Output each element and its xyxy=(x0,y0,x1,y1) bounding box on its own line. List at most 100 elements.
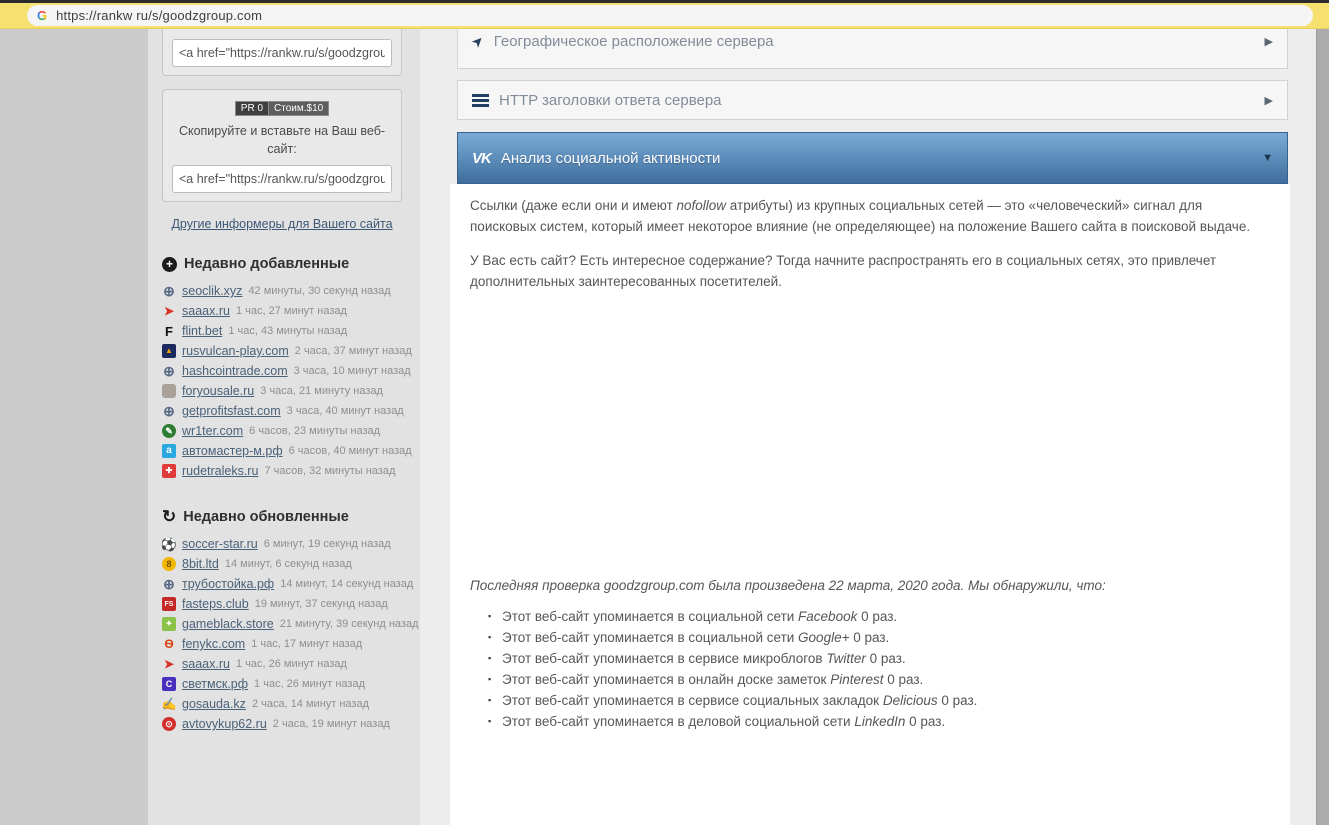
section-http-headers[interactable]: HTTP заголовки ответа сервера ▶ xyxy=(457,80,1288,120)
social-intro-paragraph: Ссылки (даже если они и имеют nofollow а… xyxy=(470,196,1270,238)
google-logo-icon: G xyxy=(37,8,48,23)
recently-updated-title: Недавно обновленные xyxy=(183,508,349,525)
site-link[interactable]: gosauda.kz xyxy=(182,697,246,711)
site-time: 7 часов, 32 минуты назад xyxy=(264,465,396,478)
favicon-icon: ➤ xyxy=(163,657,175,672)
list-item: ⊕ hashcointrade.com 3 часа, 10 минут наз… xyxy=(162,361,420,381)
favicon-icon: a xyxy=(162,444,176,459)
list-item: ▲ rusvulcan-play.com 2 часа, 37 минут на… xyxy=(162,341,420,361)
location-arrow-icon: ➤ xyxy=(467,31,488,51)
favicon-icon: ✚ xyxy=(162,464,176,479)
site-link[interactable]: getprofitsfast.com xyxy=(182,404,281,418)
site-link[interactable]: wr1ter.com xyxy=(182,424,243,438)
section-title: Географическое расположение сервера xyxy=(493,33,774,50)
address-bar-input[interactable]: G https://rankw ru/s/goodzgroup.com xyxy=(27,5,1313,26)
site-link[interactable]: fenykc.com xyxy=(182,637,245,651)
list-item: ⊕ getprofitsfast.com 3 часа, 40 минут на… xyxy=(162,401,420,421)
main-content: ➤ Географическое расположение сервера ▶ … xyxy=(420,14,1316,825)
recently-added-header: + Недавно добавленные xyxy=(162,256,420,272)
site-time: 2 часа, 19 минут назад xyxy=(272,718,390,731)
list-item: ✚ rudetraleks.ru 7 часов, 32 минуты наза… xyxy=(162,461,420,481)
mentions-list: Этот веб-сайт упоминается в социальной с… xyxy=(488,606,1270,732)
site-link[interactable]: светмск.рф xyxy=(182,677,248,691)
sidebar: PR 0 Стоим.$10 Скопируйте и вставьте на … xyxy=(148,29,420,825)
site-time: 2 часа, 14 минут назад xyxy=(251,698,370,711)
list-item: a автомастер-м.рф 6 часов, 40 минут наза… xyxy=(162,441,420,461)
site-link[interactable]: rudetraleks.ru xyxy=(182,464,258,478)
list-item: Ѳ fenykc.com 1 час, 17 минут назад xyxy=(162,634,420,654)
list-item: ✍ gosauda.kz 2 часа, 14 минут назад xyxy=(162,694,420,714)
favicon-icon: 8 xyxy=(162,557,176,572)
favicon-icon: ⊕ xyxy=(163,283,175,300)
site-time: 14 минут, 6 секунд назад xyxy=(224,558,352,571)
site-link[interactable]: avtovykup62.ru xyxy=(182,717,267,731)
mention-network: Pinterest xyxy=(830,671,884,687)
list-item: 8 8bit.ltd 14 минут, 6 секунд назад xyxy=(162,554,420,574)
favicon-icon: ✦ xyxy=(162,617,176,632)
site-link[interactable]: fasteps.club xyxy=(182,597,249,611)
favicon-icon: ▲ xyxy=(162,344,176,359)
site-time: 19 минут, 37 секунд назад xyxy=(254,598,388,611)
favicon-icon: ⊕ xyxy=(163,403,175,420)
mention-network: Delicious xyxy=(882,692,938,708)
recently-updated-header: ↻ Недавно обновленные xyxy=(162,508,420,525)
site-time: 6 минут, 19 секунд назад xyxy=(263,538,391,551)
mention-prefix: Этот веб-сайт упоминается в сервисе микр… xyxy=(502,650,827,666)
favicon-icon: С xyxy=(162,677,176,692)
list-item: ✦ gameblack.store 21 минуту, 39 секунд н… xyxy=(162,614,420,634)
list-item: ➤ saaax.ru 1 час, 27 минут назад xyxy=(162,301,420,321)
informer-code-input-2[interactable] xyxy=(172,165,392,194)
favicon-icon: ⊙ xyxy=(162,717,176,732)
favicon-icon: ⊕ xyxy=(163,363,175,380)
server-icon xyxy=(472,93,489,107)
site-time: 6 часов, 23 минуты назад xyxy=(249,425,381,438)
copy-instruction: Скопируйте и вставьте на Ваш веб-сайт: xyxy=(178,124,386,157)
list-item: ➤ saaax.ru 1 час, 26 минут назад xyxy=(162,654,420,674)
mention-network: Google+ xyxy=(798,629,850,645)
mention-prefix: Этот веб-сайт упоминается в онлайн доске… xyxy=(502,671,831,687)
social-activity-panel: Ссылки (даже если они и имеют nofollow а… xyxy=(450,184,1290,825)
section-title: HTTP заголовки ответа сервера xyxy=(499,91,722,109)
site-time: 1 час, 26 минут назад xyxy=(235,658,347,671)
site-link[interactable]: hashcointrade.com xyxy=(182,364,288,378)
chevron-right-icon: ▶ xyxy=(1264,36,1273,48)
list-item: ⊕ трубостойка.рф 14 минут, 14 секунд наз… xyxy=(162,574,420,594)
favicon-icon xyxy=(162,384,176,399)
mention-item: Этот веб-сайт упоминается в онлайн доске… xyxy=(488,669,1270,690)
refresh-icon: ↻ xyxy=(162,507,177,527)
recently-added-list: ⊕ seoclik.xyz 42 минуты, 30 секунд назад… xyxy=(162,281,420,481)
recently-added-title: Недавно добавленные xyxy=(184,256,350,273)
mention-item: Этот веб-сайт упоминается в деловой соци… xyxy=(488,711,1270,732)
mention-count: 0 раз. xyxy=(883,671,924,687)
vertical-scrollbar[interactable] xyxy=(1316,29,1329,825)
site-link[interactable]: gameblack.store xyxy=(182,617,274,631)
site-link[interactable]: seoclik.xyz xyxy=(182,284,242,298)
nofollow-term: nofollow xyxy=(676,198,727,213)
list-item: F flint.bet 1 час, 43 минуты назад xyxy=(162,321,420,341)
section-title: Анализ социальной активности xyxy=(500,149,721,167)
site-link[interactable]: трубостойка.рф xyxy=(182,577,274,591)
last-check-note: Последняя проверка goodzgroup.com была п… xyxy=(470,577,1106,593)
mention-item: Этот веб-сайт упоминается в сервисе микр… xyxy=(488,648,1270,669)
other-informers-link[interactable]: Другие информеры для Вашего сайта xyxy=(171,217,392,231)
informer-code-panel xyxy=(162,29,402,76)
mention-network: Twitter xyxy=(826,650,866,666)
site-link[interactable]: автомастер-м.рф xyxy=(182,444,283,458)
site-time: 3 часа, 21 минуту назад xyxy=(260,385,383,398)
favicon-icon: ⚽ xyxy=(162,536,178,552)
site-time: 14 минут, 14 секунд назад xyxy=(280,578,414,591)
informer-code-input[interactable] xyxy=(172,39,392,67)
page-url: https://rankw ru/s/goodzgroup.com xyxy=(56,8,263,23)
site-time: 1 час, 43 минуты назад xyxy=(228,325,348,338)
favicon-icon: ➤ xyxy=(163,304,175,319)
site-link[interactable]: saaax.ru xyxy=(182,304,230,318)
site-link[interactable]: soccer-star.ru xyxy=(182,537,258,551)
site-link[interactable]: 8bit.ltd xyxy=(182,557,219,571)
favicon-icon: Ѳ xyxy=(164,637,174,652)
site-time: 1 час, 26 минут назад xyxy=(254,678,365,691)
site-link[interactable]: rusvulcan-play.com xyxy=(182,344,289,358)
site-link[interactable]: saaax.ru xyxy=(182,657,230,671)
section-social-activity[interactable]: VK Анализ социальной активности ▼ xyxy=(457,132,1288,184)
site-link[interactable]: flint.bet xyxy=(182,324,222,338)
site-link[interactable]: foryousale.ru xyxy=(182,384,254,398)
